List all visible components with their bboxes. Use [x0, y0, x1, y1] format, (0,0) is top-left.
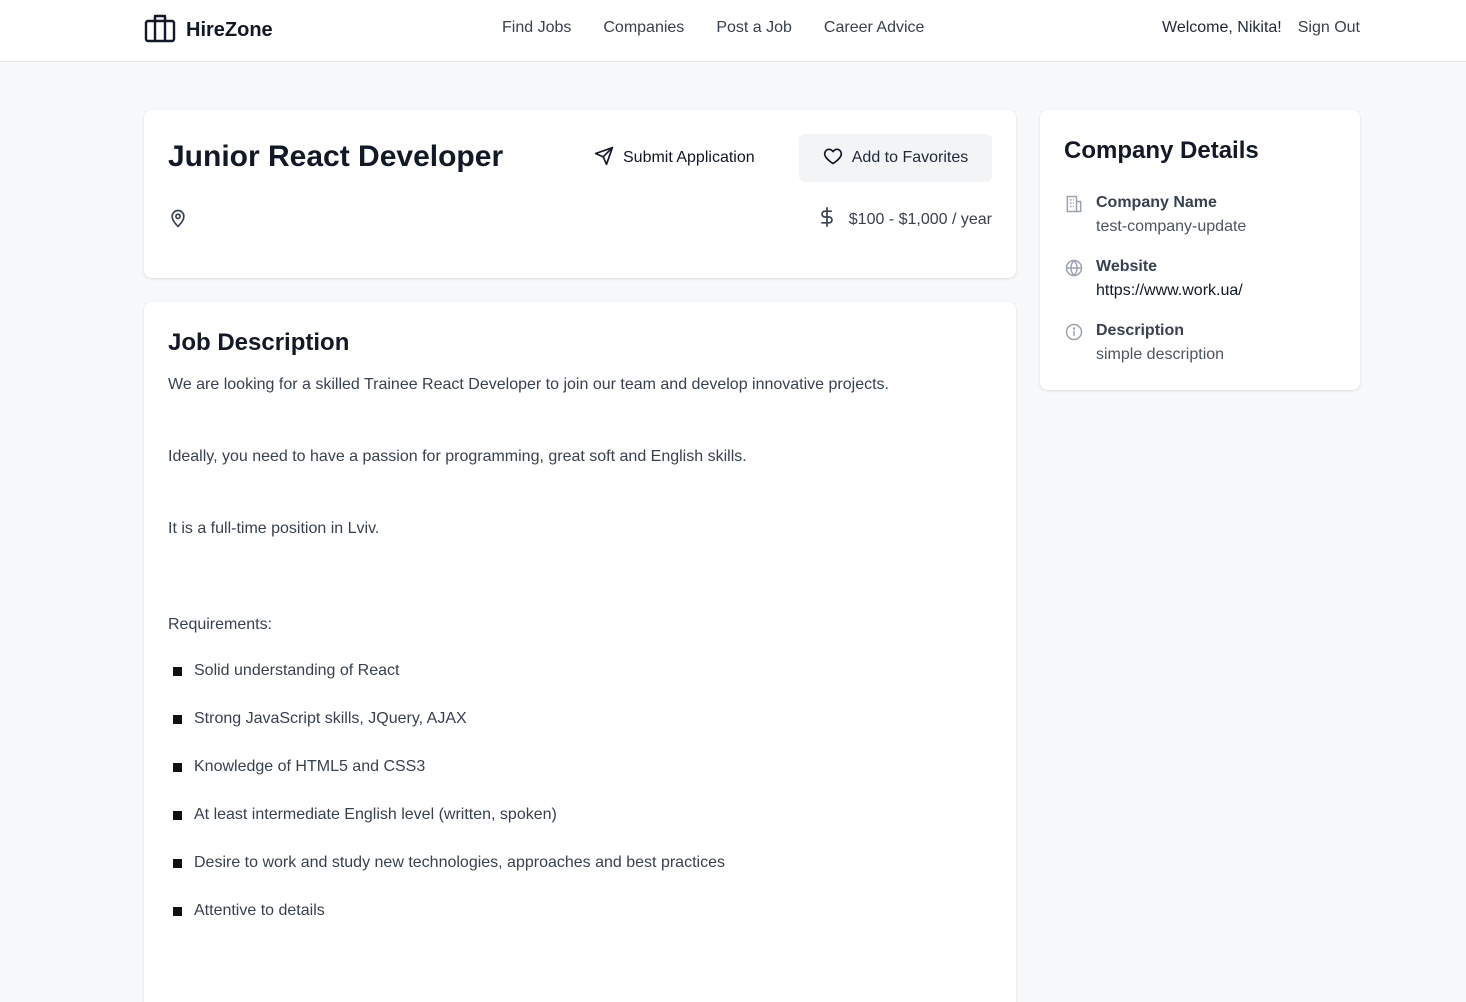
- job-description-heading: Job Description: [168, 329, 350, 356]
- nav-find-jobs[interactable]: Find Jobs: [502, 19, 571, 37]
- website-label: Website: [1096, 258, 1158, 275]
- bullet-icon: [173, 859, 182, 868]
- requirements-heading: Requirements:: [168, 616, 273, 633]
- requirement-text: Solid understanding of React: [194, 662, 400, 679]
- requirement-text: Knowledge of HTML5 and CSS3: [194, 758, 426, 775]
- company-name-value: test-company-update: [1096, 218, 1247, 235]
- top-navbar: HireZone Find Jobs Companies Post a Job …: [0, 0, 1466, 62]
- nav-companies[interactable]: Companies: [603, 19, 684, 37]
- list-item: Desire to work and study new technologie…: [168, 854, 725, 902]
- description-label: Description: [1096, 322, 1185, 339]
- description-paragraph: Ideally, you need to have a passion for …: [168, 448, 747, 465]
- company-details-heading: Company Details: [1064, 137, 1259, 164]
- company-name-row: Company Name test-company-update: [1064, 192, 1246, 240]
- description-paragraph: We are looking for a skilled Trainee Rea…: [168, 376, 889, 393]
- welcome-text: Welcome, Nikita!: [1162, 19, 1282, 36]
- job-description-card: Job Description We are looking for a ski…: [144, 302, 1016, 1002]
- job-header-card: Junior React Developer Submit Applicatio…: [144, 110, 1016, 278]
- brand-name: HireZone: [186, 19, 273, 41]
- dollar-icon: [817, 206, 837, 233]
- requirement-text: Desire to work and study new technologie…: [194, 854, 725, 871]
- submit-application-label: Submit Application: [623, 149, 755, 166]
- bullet-icon: [173, 763, 182, 772]
- company-details-card: Company Details Company Name test-compan…: [1040, 110, 1360, 390]
- nav-career-advice[interactable]: Career Advice: [824, 19, 925, 37]
- info-icon: [1064, 322, 1084, 342]
- website-row: Website https://www.work.ua/: [1064, 256, 1243, 304]
- requirement-text: Attentive to details: [194, 902, 325, 919]
- salary-info: $100 - $1,000 / year: [817, 206, 992, 233]
- nav-post-a-job[interactable]: Post a Job: [716, 19, 792, 37]
- add-to-favorites-label: Add to Favorites: [851, 149, 969, 166]
- submit-application-button[interactable]: Submit Application: [578, 134, 771, 182]
- requirements-list: Solid understanding of React Strong Java…: [168, 662, 725, 950]
- send-icon: [594, 146, 614, 171]
- map-pin-icon: [168, 208, 188, 233]
- bullet-icon: [173, 667, 182, 676]
- list-item: At least intermediate English level (wri…: [168, 806, 725, 854]
- brand-logo[interactable]: HireZone: [144, 13, 273, 48]
- user-area: Welcome, Nikita! Sign Out: [1162, 19, 1360, 37]
- add-to-favorites-button[interactable]: Add to Favorites: [799, 134, 992, 182]
- requirement-text: At least intermediate English level (wri…: [194, 806, 557, 823]
- list-item: Knowledge of HTML5 and CSS3: [168, 758, 725, 806]
- description-paragraph: It is a full-time position in Lviv.: [168, 520, 380, 537]
- bullet-icon: [173, 715, 182, 724]
- bullet-icon: [173, 811, 182, 820]
- main-nav: Find Jobs Companies Post a Job Career Ad…: [502, 19, 924, 37]
- list-item: Solid understanding of React: [168, 662, 725, 710]
- salary-range: $100 - $1,000 / year: [848, 210, 992, 228]
- globe-icon: [1064, 258, 1084, 278]
- company-name-label: Company Name: [1096, 194, 1217, 211]
- sign-out-link[interactable]: Sign Out: [1298, 19, 1360, 37]
- requirement-text: Strong JavaScript skills, JQuery, AJAX: [194, 710, 467, 727]
- list-item: Strong JavaScript skills, JQuery, AJAX: [168, 710, 725, 758]
- website-link[interactable]: https://www.work.ua/: [1096, 282, 1243, 299]
- job-title: Junior React Developer: [168, 140, 504, 173]
- briefcase-icon: [144, 13, 176, 48]
- list-item: Attentive to details: [168, 902, 725, 950]
- description-value: simple description: [1096, 346, 1225, 363]
- bullet-icon: [173, 907, 182, 916]
- heart-icon: [823, 146, 843, 171]
- building-icon: [1064, 194, 1084, 214]
- description-row: Description simple description: [1064, 320, 1224, 368]
